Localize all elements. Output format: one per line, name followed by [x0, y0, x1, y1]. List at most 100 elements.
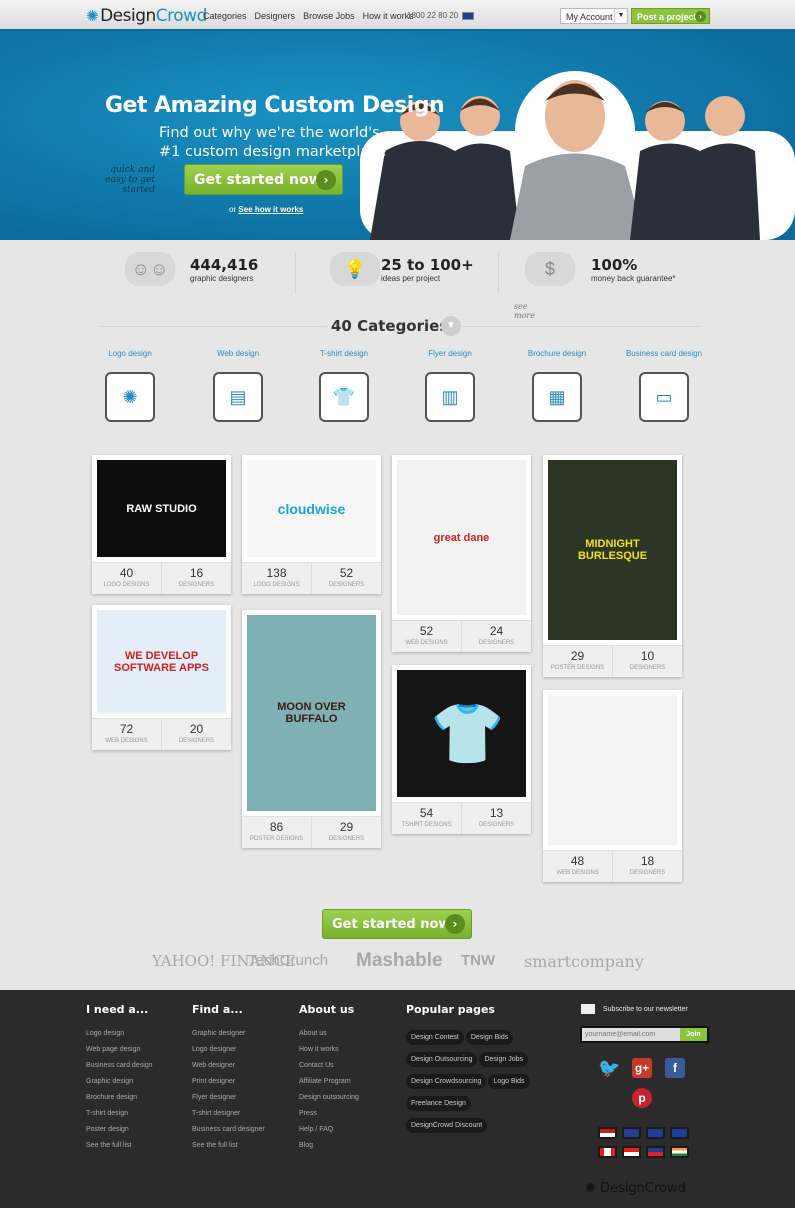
footer-link[interactable]: Design outsourcing [299, 1094, 359, 1110]
money-icon: $ [525, 252, 575, 286]
popular-page-link[interactable]: DesignCrowd Discount [406, 1118, 488, 1133]
us-flag-icon[interactable] [598, 1127, 617, 1139]
thumbnail-text [607, 764, 619, 776]
footer-link[interactable]: T-shirt design [86, 1110, 153, 1126]
footer-link[interactable]: Graphic design [86, 1078, 153, 1094]
footer-link[interactable]: Web designer [192, 1062, 265, 1078]
footer-link[interactable]: Business card design [86, 1062, 153, 1078]
new-zealand-flag-icon[interactable] [670, 1127, 689, 1139]
email-input[interactable] [582, 1028, 680, 1041]
portfolio-card[interactable]: MOON OVER BUFFALO 86 POSTER DESIGNS 29 DESIG… [242, 610, 381, 848]
category-t-shirt-design-icon[interactable]: 👕 [319, 372, 369, 422]
footer-link[interactable]: Flyer designer [192, 1094, 265, 1110]
popular-page-link[interactable]: Design Contest [406, 1030, 464, 1045]
nav-categories[interactable]: Categories [203, 11, 247, 21]
portfolio-card[interactable]: 👕 54 TSHIRT DESIGNS 13 DESIGNERS [392, 665, 531, 834]
popular-page-link[interactable]: Design Bids [465, 1030, 514, 1045]
popular-page-link[interactable]: Design Jobs [479, 1052, 529, 1067]
google-plus-icon[interactable]: g+ [632, 1058, 652, 1078]
footer-link[interactable]: Web page design [86, 1046, 153, 1062]
thumbnail-text: great dane [433, 531, 490, 544]
design-thumbnail[interactable]: 👕 [397, 670, 526, 797]
footer-link[interactable]: See the full list [192, 1142, 265, 1158]
category-link[interactable]: Brochure design [507, 349, 607, 358]
footer-link[interactable]: Contact Us [299, 1062, 359, 1078]
category-link[interactable]: Logo design [80, 349, 180, 358]
category-link[interactable]: Business card design [614, 349, 714, 358]
twitter-icon[interactable]: 🐦 [598, 1058, 620, 1078]
category-flyer-design-icon[interactable]: ▥ [425, 372, 475, 422]
get-started-bottom-button[interactable]: Get started now › [322, 909, 472, 939]
category-logo-design-icon[interactable]: ✺ [105, 372, 155, 422]
design-thumbnail[interactable]: cloudwise [247, 460, 376, 557]
design-thumbnail[interactable]: RAW STUDIO [97, 460, 226, 557]
design-thumbnail[interactable]: MIDNIGHT BURLESQUE [548, 460, 677, 640]
join-button[interactable]: Join [680, 1028, 707, 1041]
popular-page-link[interactable]: Freelance Design [406, 1096, 471, 1111]
facebook-icon[interactable]: f [665, 1058, 685, 1078]
category-business-card-design-icon[interactable]: ▭ [639, 372, 689, 422]
design-thumbnail[interactable] [548, 695, 677, 845]
see-more-chevron-icon[interactable]: ▼ [441, 316, 461, 336]
category-brochure-design-icon[interactable]: ▦ [532, 372, 582, 422]
footer-link[interactable]: Poster design [86, 1126, 153, 1142]
thumbnail-text: MIDNIGHT BURLESQUE [577, 538, 648, 562]
uk-flag-icon[interactable] [622, 1127, 641, 1139]
nav-how-it-works[interactable]: How it works [363, 11, 414, 21]
footer-link[interactable]: T-shirt designer [192, 1110, 265, 1126]
india-flag-icon[interactable] [670, 1146, 689, 1158]
footer-link[interactable]: Graphic designer [192, 1030, 265, 1046]
footer-link[interactable]: Affiliate Program [299, 1078, 359, 1094]
nav-designers[interactable]: Designers [255, 11, 296, 21]
tnw-logo: TNW [461, 952, 496, 969]
newsletter-form: Join [580, 1026, 709, 1043]
design-thumbnail[interactable]: WE DEVELOP SOFTWARE APPS [97, 610, 226, 713]
category-link[interactable]: T-shirt design [294, 349, 394, 358]
footer-link[interactable]: See the full list [86, 1142, 153, 1158]
portfolio-card[interactable]: RAW STUDIO 40 LOGO DESIGNS 16 DESIGNERS [92, 455, 231, 594]
design-thumbnail[interactable]: great dane [397, 460, 526, 615]
see-more-note: see more [514, 302, 535, 320]
footer-link[interactable]: Logo design [86, 1030, 153, 1046]
brand-logo[interactable]: ✺ DesignCrowd [86, 6, 207, 26]
thumbnail-text: MOON OVER BUFFALO [277, 701, 346, 725]
portfolio-card[interactable]: WE DEVELOP SOFTWARE APPS 72 WEB DESIGNS 20 D… [92, 605, 231, 750]
footer-link[interactable]: Blog [299, 1142, 359, 1158]
popular-page-link[interactable]: Design Crowdsourcing [406, 1074, 487, 1089]
portfolio-card[interactable]: cloudwise 138 LOGO DESIGNS 52 DESIGNERS [242, 455, 381, 594]
footer-link[interactable]: Press [299, 1110, 359, 1126]
footer-link[interactable]: Brochure design [86, 1094, 153, 1110]
hero-banner: Get Amazing Custom Design Find out why w… [0, 31, 795, 240]
get-started-button[interactable]: Get started now › [184, 164, 343, 195]
post-project-button[interactable]: Post a project › [631, 8, 710, 24]
footer-column-title: I need a... [86, 1003, 149, 1016]
footer-link[interactable]: How it works [299, 1046, 359, 1062]
portfolio-card[interactable]: great dane 52 WEB DESIGNS 24 DESIGNERS [392, 455, 531, 652]
my-account-dropdown[interactable]: My Account ▼ [560, 8, 628, 24]
canada-flag-icon[interactable] [598, 1146, 617, 1158]
design-thumbnail[interactable]: MOON OVER BUFFALO [247, 615, 376, 811]
footer-column-title: Find a... [192, 1003, 243, 1016]
designer-count: 29 DESIGNERS [311, 817, 381, 848]
footer-link[interactable]: Help / FAQ [299, 1126, 359, 1142]
category-web-design-icon[interactable]: ▤ [213, 372, 263, 422]
category-link[interactable]: Web design [188, 349, 288, 358]
nav-browse-jobs[interactable]: Browse Jobs [303, 11, 355, 21]
category-link[interactable]: Flyer design [400, 349, 500, 358]
see-how-it-works-link[interactable]: See how it works [238, 205, 303, 214]
popular-page-link[interactable]: Design Outsourcing [406, 1052, 478, 1067]
portfolio-card[interactable]: MIDNIGHT BURLESQUE 29 POSTER DESIGNS 10 DESI… [543, 455, 682, 677]
singapore-flag-icon[interactable] [622, 1146, 641, 1158]
philippines-flag-icon[interactable] [646, 1146, 665, 1158]
design-count: 86 POSTER DESIGNS [249, 820, 304, 842]
footer-link[interactable]: Print designer [192, 1078, 265, 1094]
popular-page-link[interactable]: Logo Bids [488, 1074, 530, 1089]
popular-pages-title: Popular pages [406, 1003, 495, 1016]
footer-link[interactable]: About us [299, 1030, 359, 1046]
footer-link[interactable]: Logo designer [192, 1046, 265, 1062]
portfolio-card[interactable]: 48 WEB DESIGNS 18 DESIGNERS [543, 690, 682, 882]
australia-flag-icon[interactable] [646, 1127, 665, 1139]
design-count: 48 WEB DESIGNS [556, 854, 599, 876]
pinterest-icon[interactable]: p [632, 1088, 652, 1108]
footer-link[interactable]: Business card designer [192, 1126, 265, 1142]
